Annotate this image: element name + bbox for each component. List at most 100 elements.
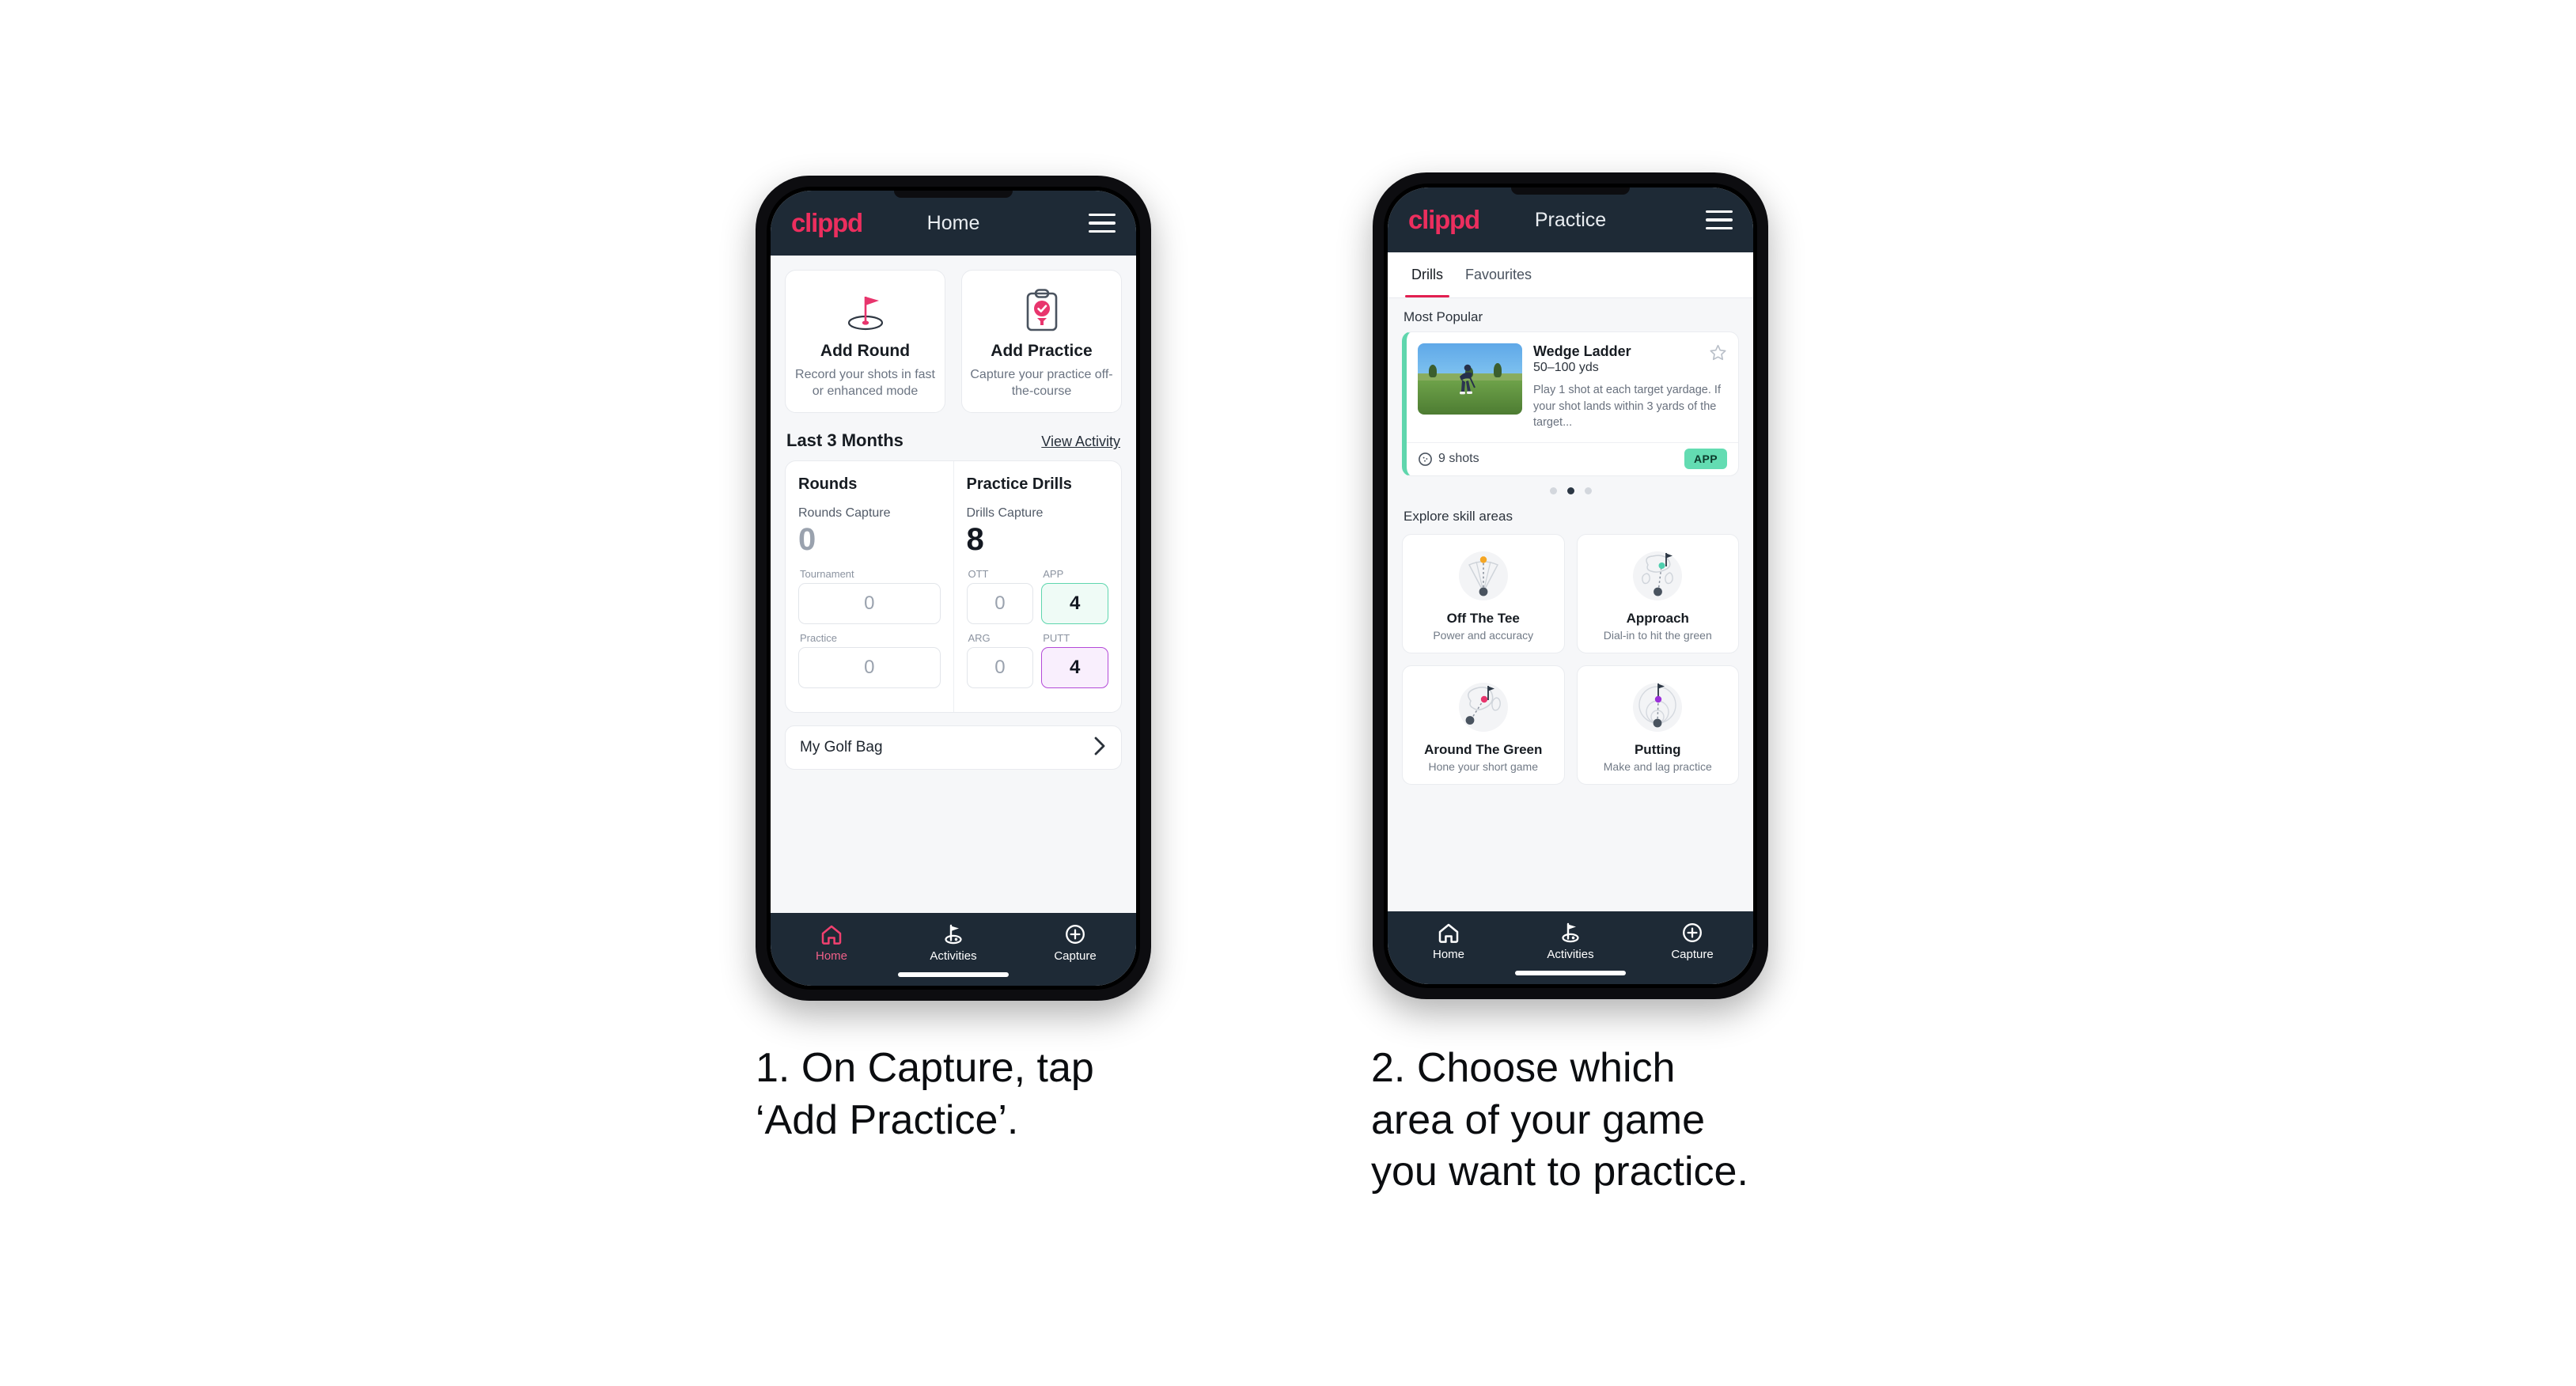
nav-home[interactable]: Home (771, 923, 892, 963)
ott-value[interactable]: 0 (966, 583, 1034, 625)
rounds-heading: Rounds (798, 475, 858, 494)
my-golf-bag-row[interactable]: My Golf Bag (785, 725, 1122, 771)
chevron-right-icon (1093, 736, 1107, 760)
tab-favourites[interactable]: Favourites (1454, 252, 1543, 297)
nav-home-2[interactable]: Home (1388, 922, 1510, 961)
drill-name: Wedge Ladder (1533, 343, 1631, 359)
home-icon (1438, 923, 1459, 943)
app-value[interactable]: 4 (1041, 583, 1108, 625)
caption-step-1: 1. On Capture, tap ‘Add Practice’. (756, 1045, 1094, 1143)
clippd-logo-2[interactable]: clippd (1408, 205, 1480, 235)
drill-shots-label: 9 shots (1438, 452, 1479, 466)
skill-title: Off The Tee (1446, 610, 1520, 626)
menu-icon[interactable] (1089, 214, 1116, 233)
drill-card-footer: 9 shots APP (1407, 441, 1738, 475)
drill-fields-row-2: ARG 0 PUTT 4 (966, 632, 1108, 696)
my-golf-bag-label: My Golf Bag (800, 739, 883, 756)
drill-category-badge: APP (1684, 449, 1727, 470)
golf-flag-icon (1562, 922, 1579, 943)
skill-subtitle: Hone your short game (1428, 759, 1539, 773)
practice-value[interactable]: 0 (798, 647, 941, 689)
skill-subtitle: Power and accuracy (1433, 628, 1534, 642)
golf-ball-icon (1419, 452, 1432, 466)
carousel-dot-1[interactable] (1549, 487, 1557, 494)
skill-subtitle: Make and lag practice (1603, 759, 1712, 773)
tournament-value[interactable]: 0 (798, 583, 941, 625)
ott-label: OTT (968, 568, 989, 581)
phone-mockup-practice: clippd Practice Drills Favourites Most P… (1373, 172, 1768, 999)
skill-areas-grid: Off The Tee Power and accuracy Approach … (1388, 531, 1753, 785)
practice-tabs: Drills Favourites (1388, 252, 1753, 298)
most-popular-label: Most Popular (1404, 309, 1483, 324)
phone-mockup-home: clippd Home Add Round Record your shots … (756, 176, 1151, 1001)
skill-card-approach[interactable]: Approach Dial-in to hit the green (1576, 533, 1739, 653)
putt-value[interactable]: 4 (1041, 647, 1108, 689)
drills-capture-label: Drills Capture (966, 506, 1044, 521)
tab-drills[interactable]: Drills (1400, 252, 1454, 297)
skill-title: Approach (1626, 610, 1689, 626)
quick-actions-row: Add Round Record your shots in fast or e… (771, 256, 1136, 414)
chip-green-icon (1409, 677, 1558, 737)
next-card-peek[interactable] (1738, 332, 1739, 475)
add-practice-title: Add Practice (991, 342, 1093, 360)
home-content: Add Round Record your shots in fast or e… (771, 256, 1136, 913)
nav-capture[interactable]: Capture (1014, 923, 1136, 963)
rounds-column: Rounds Rounds Capture 0 Tournament 0 Pra… (786, 461, 953, 712)
star-outline-icon[interactable] (1709, 343, 1727, 365)
tab-drills-label: Drills (1411, 267, 1443, 282)
add-round-subtitle: Record your shots in fast or enhanced mo… (795, 368, 935, 399)
drill-fields-row-1: OTT 0 APP 4 (966, 568, 1108, 632)
nav-capture-label-2: Capture (1671, 948, 1714, 961)
phone-notch (894, 191, 1013, 198)
golf-flag-icon (945, 924, 962, 945)
practice-label: Practice (800, 632, 837, 645)
home-icon (821, 925, 842, 945)
phone-screen-home: clippd Home Add Round Record your shots … (771, 191, 1136, 986)
carousel-dot-2[interactable] (1566, 487, 1574, 494)
nav-home-label-2: Home (1432, 948, 1464, 961)
app-label: APP (1043, 568, 1064, 581)
menu-icon-2[interactable] (1706, 210, 1733, 229)
add-round-card[interactable]: Add Round Record your shots in fast or e… (785, 270, 945, 414)
practice-content: Most Popular Wedge Ladder 50–100 yds Pla… (1388, 298, 1753, 911)
nav-activities-2[interactable]: Activities (1510, 922, 1631, 961)
rounds-capture-label: Rounds Capture (798, 506, 891, 521)
bottom-navigation-home: Home Activities Capture (771, 913, 1136, 986)
skill-title: Around The Green (1424, 741, 1543, 757)
putt-field: PUTT 4 (1041, 632, 1108, 696)
bottom-navigation-practice: Home Activities Capture (1388, 911, 1753, 984)
nav-activities[interactable]: Activities (892, 923, 1014, 963)
clippd-logo[interactable]: clippd (791, 208, 863, 238)
drill-thumbnail (1418, 343, 1522, 415)
drill-card[interactable]: Wedge Ladder 50–100 yds Play 1 shot at e… (1402, 331, 1739, 476)
nav-home-label: Home (815, 949, 847, 963)
stats-card: Rounds Rounds Capture 0 Tournament 0 Pra… (785, 460, 1122, 714)
nav-activities-label-2: Activities (1547, 948, 1594, 961)
arg-value[interactable]: 0 (966, 647, 1034, 689)
add-practice-card[interactable]: Add Practice Capture your practice off-t… (961, 270, 1122, 414)
nav-capture-2[interactable]: Capture (1631, 922, 1753, 961)
skill-card-putting[interactable]: Putting Make and lag practice (1576, 665, 1739, 785)
caption-step-2: 2. Choose which area of your game you wa… (1371, 1045, 1748, 1195)
phone-bezel: clippd Home Add Round Record your shots … (767, 187, 1140, 990)
arg-label: ARG (968, 632, 991, 645)
skill-subtitle: Dial-in to hit the green (1603, 628, 1712, 642)
skill-title: Putting (1634, 741, 1681, 757)
practice-drills-heading: Practice Drills (966, 475, 1072, 494)
carousel-dot-3[interactable] (1584, 487, 1592, 494)
skill-card-off-the-tee[interactable]: Off The Tee Power and accuracy (1402, 533, 1565, 653)
phone-bezel-2: clippd Practice Drills Favourites Most P… (1384, 184, 1757, 988)
ott-field: OTT 0 (966, 568, 1034, 632)
drill-shots: 9 shots (1418, 452, 1479, 467)
approach-green-icon (1584, 546, 1733, 606)
putting-rings-icon (1584, 677, 1733, 737)
skill-card-around-the-green[interactable]: Around The Green Hone your short game (1402, 665, 1565, 785)
home-indicator-2 (1515, 971, 1626, 975)
add-practice-subtitle: Capture your practice off-the-course (970, 368, 1113, 399)
carousel-dots (1388, 476, 1753, 498)
practice-drills-column: Practice Drills Drills Capture 8 OTT 0 A… (953, 461, 1122, 713)
drills-capture-value: 8 (966, 522, 984, 558)
golf-flag-hole-icon (794, 285, 937, 337)
view-activity-link[interactable]: View Activity (1041, 434, 1120, 450)
golfer-silhouette-icon (1459, 364, 1476, 395)
